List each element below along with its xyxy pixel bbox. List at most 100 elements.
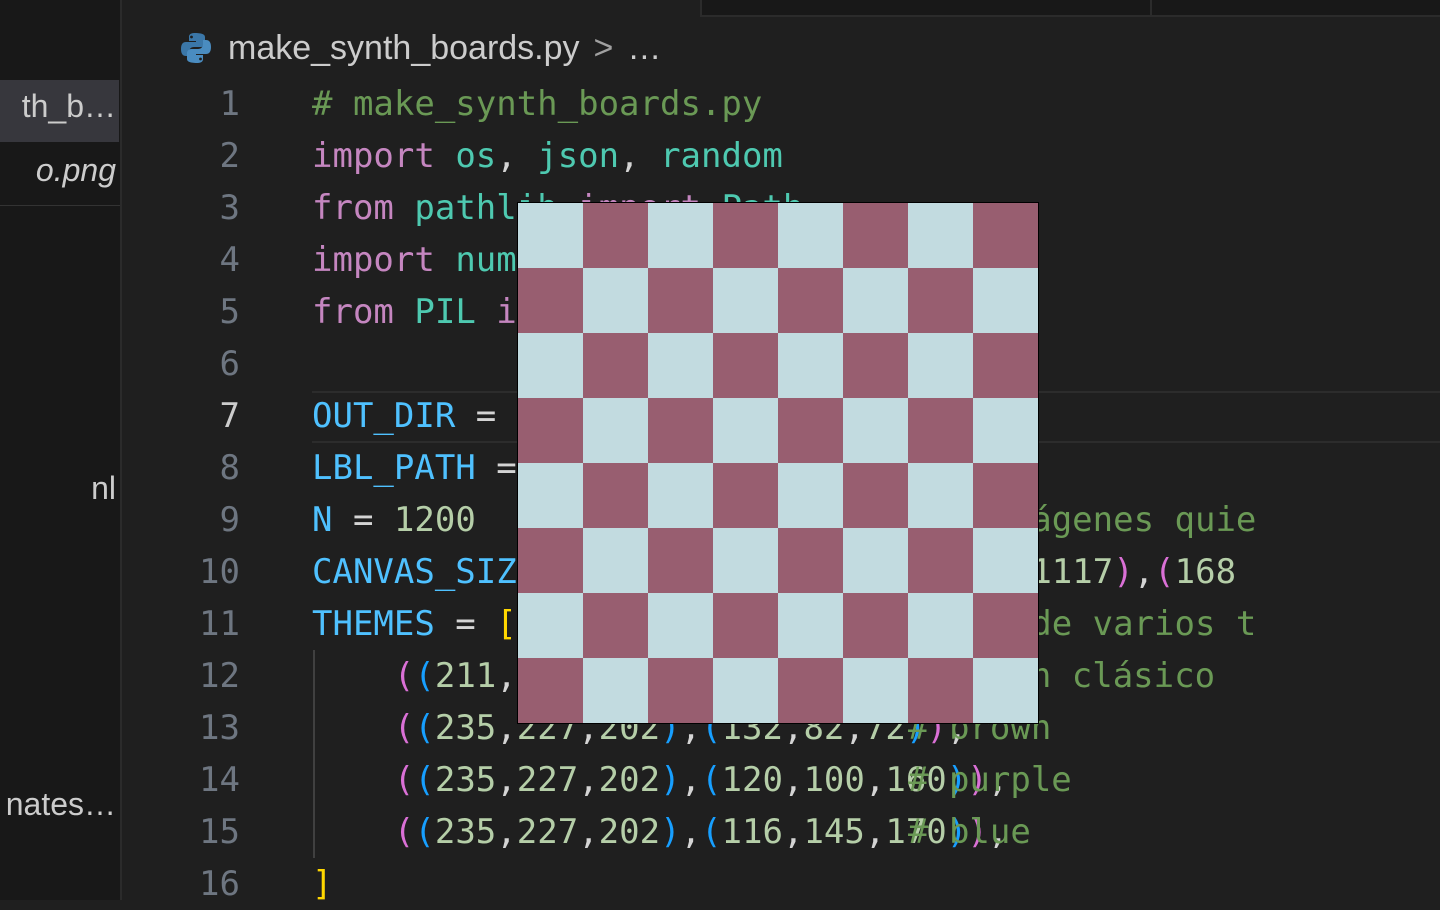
board-square [843,658,908,723]
code-text[interactable]: CANVAS_SIZ0),(1728,1117),(168 [312,546,1236,598]
code-text[interactable]: from PIL i [312,286,517,338]
board-square [713,463,778,528]
board-square [518,203,583,268]
code-text[interactable]: ((235,227,202),(116,145,170)), # blue [312,806,1031,858]
board-square [973,463,1038,528]
code-text[interactable]: ] [312,858,332,910]
code-token: , [782,760,804,800]
board-square [908,528,973,593]
line-number: 6 [219,344,240,384]
board-square [843,203,908,268]
code-token: ( [393,656,415,696]
line-number: 12 [199,656,240,696]
code-text[interactable]: THEMES = [GR aprox de varios t [312,598,1256,650]
board-square [583,528,648,593]
code-text[interactable]: import num [312,234,517,286]
board-square [648,658,713,723]
code-token: , [680,760,702,800]
code-token: 168 [1174,552,1237,592]
board-square [583,593,648,658]
code-token: LBL_PATH [312,448,476,488]
code-token: 211 [434,656,497,696]
code-token: # make_synth_boards.py [312,84,763,124]
python-file-icon [181,33,211,63]
board-square [973,528,1038,593]
board-square [713,333,778,398]
code-token: 235 [434,812,497,852]
code-text[interactable]: N = 1200 uántas imágenes quie [312,494,1256,546]
code-line[interactable]: 16] [122,858,1440,910]
explorer-item-active-file[interactable]: th_b… [22,88,116,125]
code-token: 1200 [393,500,476,540]
explorer-sidebar: th_b… o.png nl nates… [0,0,122,900]
board-square [778,398,843,463]
line-number: 16 [199,864,240,904]
explorer-item-jsonl[interactable]: nl [91,470,116,507]
board-square [778,528,843,593]
board-square [973,203,1038,268]
code-token: 116 [721,812,783,852]
editor-tab-bar[interactable] [700,0,1440,17]
board-square [518,463,583,528]
code-text[interactable]: ((235,227,202),(120,100,160)), # purple [312,754,1072,806]
code-token: , [496,760,517,800]
board-square [908,268,973,333]
board-square [713,203,778,268]
board-square [648,463,713,528]
code-token: PIL [414,292,476,332]
board-square [518,593,583,658]
code-line[interactable]: 1 # make_synth_boards.py [122,78,1440,130]
code-token: , [1133,552,1155,592]
board-square [843,398,908,463]
board-square [648,333,713,398]
code-text[interactable]: # make_synth_boards.py [312,78,762,130]
board-square [973,593,1038,658]
code-line[interactable]: 2 import os, json, random [122,130,1440,182]
board-square [518,333,583,398]
board-square [908,658,973,723]
breadcrumb-symbol-ellipsis[interactable]: … [627,29,661,68]
breadcrumb-file[interactable]: make_synth_boards.py [228,29,580,68]
code-line[interactable]: 14 ((235,227,202),(120,100,160)), # purpl… [122,754,1440,806]
code-text[interactable]: ((211, # green clásico [312,650,1215,702]
line-number: 9 [219,500,240,540]
board-square [778,593,843,658]
code-token: ( [414,708,435,748]
explorer-item-truncated[interactable]: nates… [6,786,116,823]
code-token: 202 [598,812,661,852]
code-token: ( [701,812,722,852]
explorer-item-png-file[interactable]: o.png [36,152,116,189]
code-token: i [496,292,517,332]
code-token: 235 [434,760,497,800]
code-text[interactable]: LBL_PATH =nl") [312,442,929,494]
code-token: ( [393,760,415,800]
code-token: ) [1113,552,1134,592]
code-token: # purple [908,760,1072,800]
board-square [583,333,648,398]
code-token: ( [393,708,415,748]
board-square [583,658,648,723]
line-number: 13 [199,708,240,748]
code-token: ) [660,760,681,800]
board-square [518,528,583,593]
code-line[interactable]: 15 ((235,227,202),(116,145,170)), # blue [122,806,1440,858]
code-token: , [619,136,661,176]
code-token: 145 [803,812,865,852]
code-text[interactable]: import os, json, random [312,130,783,182]
code-token: OUT_DIR [312,396,456,436]
code-token: , [864,812,886,852]
board-square [973,398,1038,463]
code-token: N [312,500,333,540]
board-square [583,203,648,268]
code-token: from [312,188,394,228]
board-square [648,268,713,333]
code-token: 1117 [1031,552,1114,592]
board-square [713,658,778,723]
code-token: = [455,396,517,436]
code-token: ( [414,760,435,800]
code-text[interactable]: OUT_DIR = [312,390,517,442]
